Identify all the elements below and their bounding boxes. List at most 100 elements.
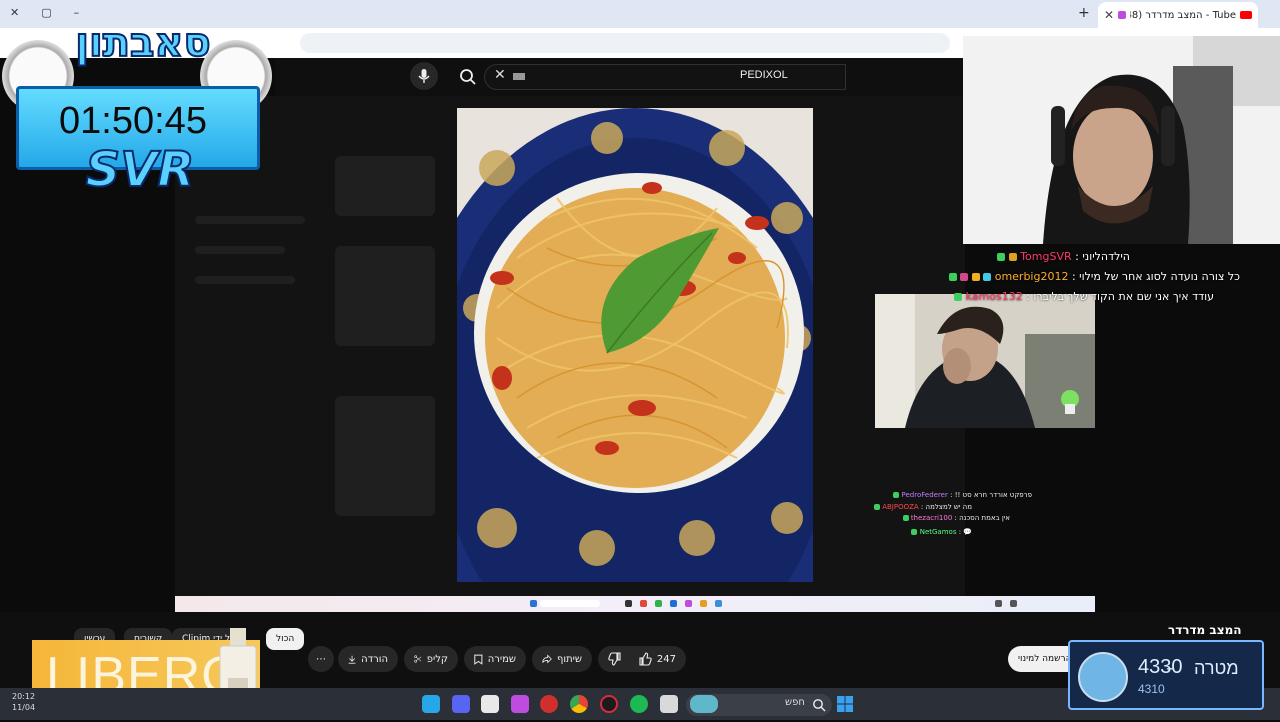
telegram-icon[interactable] <box>422 695 440 713</box>
restore-window-button[interactable]: ▢ <box>41 6 51 19</box>
chat-message-small: מה יש למצלמה : ABJPOOZA <box>873 503 972 511</box>
chat-message: עודד איך אני שם את הקוד שלך בליברו : kam… <box>954 290 1214 303</box>
mod-badge-icon <box>893 492 900 498</box>
clip-label: קליפ <box>426 653 448 665</box>
chat-message-text: עודד איך אני שם את הקוד שלך בליברו : <box>1026 290 1214 303</box>
voice-search-button[interactable] <box>410 62 438 90</box>
subathon-title: סאבתון <box>74 19 212 67</box>
clip-button[interactable]: קליפ <box>404 646 458 672</box>
share-button[interactable]: שיתוף <box>532 646 592 672</box>
chip-all[interactable]: הכול <box>266 628 305 650</box>
taskbar-widget-icon[interactable] <box>690 695 718 713</box>
chat-username: ABJPOOZA <box>882 503 919 511</box>
app-icon[interactable] <box>481 695 499 713</box>
taskbar-clock-time[interactable]: 20:12 <box>12 692 35 701</box>
app-icon[interactable] <box>540 695 558 713</box>
like-count: 247 <box>656 653 676 665</box>
bits-badge-icon <box>971 273 980 281</box>
clear-search-icon[interactable]: ✕ <box>494 67 506 83</box>
youtube-icon <box>1240 11 1252 19</box>
tab-favicon-icon <box>1118 11 1127 19</box>
spaghetti-photo[interactable] <box>457 108 813 582</box>
download-button[interactable]: הורדה <box>338 646 398 672</box>
timer-label: SVR <box>85 141 196 199</box>
mod-badge-icon <box>911 529 918 535</box>
thumbs-down-icon <box>608 652 621 666</box>
mod-badge-icon <box>873 504 880 510</box>
chat-username: NetGamos <box>919 528 957 536</box>
guest-webcam-illustration <box>875 294 1095 428</box>
mini-tray-icon <box>995 600 1002 607</box>
chat-message: הילדהליוני : TomgSVR <box>997 250 1130 263</box>
share-icon <box>542 654 552 664</box>
chat-username: TomgSVR <box>1020 250 1072 263</box>
streamer-webcam-illustration <box>963 36 1280 244</box>
chat-message-text: פרפקט אורדר חרא סט !! <box>954 491 1032 499</box>
browser-tab-active[interactable]: ✕ Tube - המצב מדרדר (248) <box>1098 2 1258 28</box>
mini-tray-icon <box>1010 600 1017 607</box>
search-icon <box>460 69 476 85</box>
discord-icon[interactable] <box>452 695 470 713</box>
spotify-icon[interactable] <box>630 695 648 713</box>
chat-message-small: 💬 : NetGamos <box>911 528 972 536</box>
scissors-icon <box>414 655 422 663</box>
bookmark-icon <box>474 654 483 665</box>
goal-label: מטרה <box>1194 658 1239 678</box>
microphone-icon <box>418 69 430 83</box>
mini-app-icon <box>625 600 632 607</box>
file-explorer-icon[interactable] <box>660 695 678 713</box>
mini-app-icon <box>655 600 662 607</box>
chat-message-text: 💬 <box>963 528 972 536</box>
new-tab-button[interactable]: + <box>1078 5 1090 21</box>
ghost-text <box>195 246 285 254</box>
goal-avatar <box>1078 652 1128 702</box>
mod-badge-icon <box>948 273 957 281</box>
chat-message-text: כל צורה נועדה לסוג אחר של מילוי : <box>1071 270 1240 283</box>
goal-target-value: 4330 <box>1138 656 1183 678</box>
mini-windows-icon <box>530 600 537 607</box>
like-button[interactable]: 247 <box>638 652 676 666</box>
close-tab-icon[interactable]: ✕ <box>1104 8 1114 22</box>
search-input-value: PEDIXOL <box>740 69 788 81</box>
like-dislike-group: 247 <box>598 646 686 672</box>
ghost-thumbnail <box>335 156 435 216</box>
download-label: הורדה <box>361 653 388 665</box>
taskbar-search-placeholder: חפש <box>785 697 805 708</box>
more-actions-button[interactable]: ⋯ <box>308 646 334 672</box>
save-button[interactable]: שמירה <box>464 646 526 672</box>
checkmark-badge-icon <box>1008 253 1017 261</box>
spaghetti-plate-illustration <box>457 108 813 582</box>
app-icon[interactable] <box>511 695 529 713</box>
save-label: שמירה <box>487 653 516 665</box>
chat-message-small: אין באמת הסכנה : thezacri100 <box>902 514 1010 522</box>
search-input[interactable] <box>484 64 846 90</box>
url-field[interactable] <box>300 33 950 53</box>
goal-current-value: 4310 <box>1138 682 1165 696</box>
chat-message-text: הילדהליוני : <box>1075 250 1130 263</box>
ghost-text <box>195 276 295 284</box>
mini-app-icon <box>685 600 692 607</box>
share-label: שיתוף <box>556 653 582 665</box>
windows-start-icon[interactable] <box>836 695 854 713</box>
mini-search-box <box>540 600 600 607</box>
chat-message-text: אין באמת הסכנה <box>959 514 1010 522</box>
video-title: המצב מדרדר <box>1168 623 1242 637</box>
mod-badge-icon <box>902 515 909 521</box>
mod-badge-icon <box>954 293 963 301</box>
tab-title: Tube - המצב מדרדר (248) <box>1130 9 1236 21</box>
close-window-button[interactable]: ✕ <box>10 6 19 19</box>
ghost-text <box>195 216 305 224</box>
obs-icon[interactable] <box>600 695 618 713</box>
dislike-button[interactable] <box>608 652 622 666</box>
mini-app-icon <box>670 600 677 607</box>
chat-username: thezacri100 <box>910 514 953 522</box>
search-button[interactable] <box>452 62 484 92</box>
mini-app-icon <box>715 600 722 607</box>
chat-username: kamos132 <box>965 290 1023 303</box>
text-cursor <box>513 73 525 80</box>
chrome-icon[interactable] <box>570 695 588 713</box>
taskbar-clock-date[interactable]: 11/04 <box>12 703 35 712</box>
taskbar-search-icon <box>812 697 826 712</box>
sub-badge-icon <box>983 273 992 281</box>
minimize-window-button[interactable]: – <box>74 6 80 19</box>
